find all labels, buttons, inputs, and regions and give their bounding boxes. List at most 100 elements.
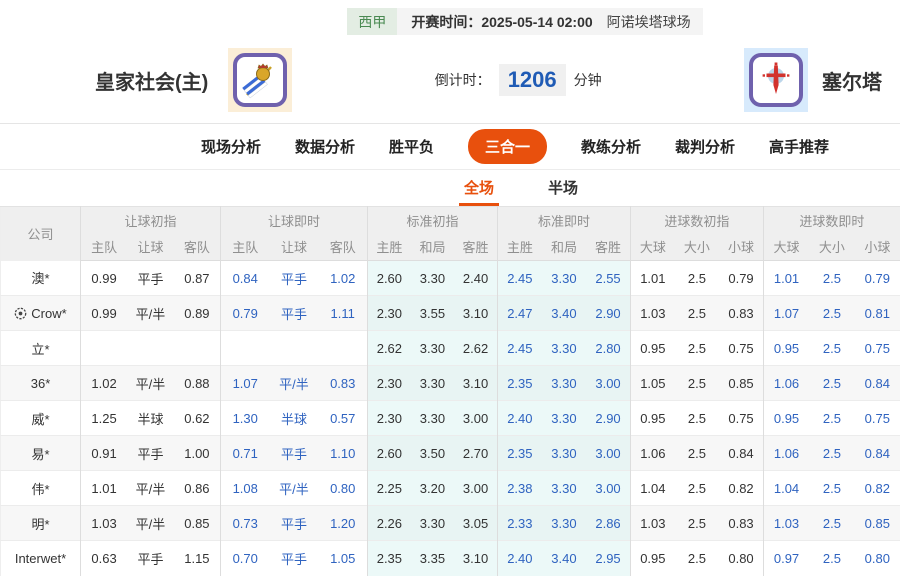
subcol-header-goals-initial-2: 小球 (719, 233, 764, 261)
odds-cell-goals-live: 2.5 (809, 540, 855, 576)
odds-row: 易* 0.91 平手 1.00 0.71 平手 1.10 2.60 3.50 2.70 2.35 3.… (0, 435, 900, 471)
odds-cell-handicap-live: 0.79 (219, 295, 270, 331)
odds-cell-goals-live: 2.5 (809, 435, 855, 471)
odds-cell-europe-live: 2.35 (496, 435, 542, 471)
odds-cell-goals-initial: 0.84 (719, 435, 764, 471)
odds-cell-goals-initial: 1.04 (629, 470, 675, 506)
odds-cell-europe-initial: 3.35 (410, 540, 455, 576)
odds-row: 立* 2.62 3.30 2.62 2.45 3.30 2.80 0.95 2.5 0.75 0.9… (0, 330, 900, 366)
odds-cell-europe-initial: 2.26 (366, 505, 411, 541)
odds-cell-handicap-initial: 0.99 (80, 295, 128, 331)
odds-cell-goals-initial: 0.79 (728, 270, 754, 286)
company-name: 威* (31, 411, 50, 427)
nav-tab-referee-analysis[interactable]: 裁判分析 (675, 136, 735, 157)
nav-tab-three-in-one[interactable]: 三合一 (467, 129, 547, 164)
odds-cell-handicap-initial: 0.62 (173, 400, 221, 436)
odds-cell-goals-initial: 2.5 (674, 295, 720, 331)
match-info-bar: 西甲 开赛时间： 2025-05-14 02:00 阿诺埃塔球场 (347, 8, 703, 35)
odds-cell-handicap-initial (173, 330, 221, 366)
nav-tab-coach-analysis[interactable]: 教练分析 (581, 136, 641, 157)
odds-cell-europe-live: 3.00 (586, 470, 631, 506)
odds-cell-handicap-live: 0.80 (318, 470, 368, 506)
odds-cell-handicap-live: 1.08 (219, 470, 270, 506)
odds-cell-goals-live: 1.06 (762, 365, 810, 401)
nav-tab-expert-recommend[interactable]: 高手推荐 (769, 136, 829, 157)
odds-cell-goals-live: 1.07 (762, 295, 810, 331)
group-header-goals-live: 进球数即时 (762, 206, 900, 234)
odds-cell-europe-live: 2.47 (496, 295, 542, 331)
countdown-block: 倒计时： 1206 分钟 (292, 64, 744, 96)
company-name: 澳* (31, 271, 50, 287)
odds-cell-handicap-live (219, 330, 270, 366)
scope-tab-full-match[interactable]: 全场 (458, 177, 499, 206)
odds-cell-handicap-live: 1.07 (219, 365, 270, 401)
odds-cell-goals-initial: 0.80 (719, 540, 764, 576)
company-header: 公司 (0, 206, 81, 261)
odds-cell-handicap-initial: 1.00 (173, 435, 221, 471)
odds-cell-handicap-initial: 0.63 (80, 540, 128, 576)
odds-cell-goals-live: 0.84 (854, 435, 900, 471)
odds-cell-handicap-initial (80, 330, 128, 366)
odds-cell-handicap-live (318, 330, 368, 366)
scope-tab-half-match[interactable]: 半场 (543, 177, 583, 206)
odds-cell-europe-initial: 3.20 (410, 470, 455, 506)
odds-cell-europe-live: 2.86 (586, 505, 631, 541)
odds-table: 公司 让球初指 让球即时 标准初指 标准即时 进球数初指 进球数即时 主队 让球 客队 主队 让球 客队… (0, 206, 900, 576)
odds-cell-europe-initial: 3.10 (454, 365, 498, 401)
celta-crest-icon (762, 62, 790, 94)
odds-cell-europe-live: 3.30 (541, 505, 587, 541)
odds-comparison-page: 西甲 开赛时间： 2025-05-14 02:00 阿诺埃塔球场 皇家社会(主) (0, 0, 900, 585)
odds-table-body: 澳* 0.99 平手 0.87 0.84 平手 1.02 2.60 3.30 2.40 2.45 3.… (0, 260, 900, 576)
odds-cell-europe-initial: 2.60 (366, 260, 411, 296)
odds-cell-europe-live: 2.38 (496, 470, 542, 506)
odds-cell-handicap-initial (127, 330, 174, 366)
odds-cell-europe-initial: 2.62 (454, 330, 498, 366)
countdown-label: 倒计时： (434, 72, 491, 88)
company-name: 立* (31, 341, 50, 357)
group-header-europe-live: 标准即时 (496, 206, 631, 234)
top-bar-wrap: 西甲 开赛时间： 2025-05-14 02:00 阿诺埃塔球场 (0, 8, 900, 35)
odds-cell-europe-live: 3.40 (541, 295, 587, 331)
subcol-header-goals-initial-0: 大球 (629, 233, 675, 261)
nav-tab-win-draw-lose[interactable]: 胜平负 (389, 136, 434, 157)
odds-cell-europe-initial: 3.10 (454, 295, 498, 331)
odds-cell-goals-initial: 2.5 (674, 435, 720, 471)
away-team-block: 塞尔塔 (744, 48, 882, 112)
odds-cell-europe-live: 2.33 (496, 505, 542, 541)
odds-cell-goals-live: 0.95 (762, 400, 810, 436)
odds-cell-europe-live: 3.30 (541, 260, 587, 296)
odds-cell-europe-initial: 3.00 (454, 470, 498, 506)
odds-cell-handicap-live: 平手 (280, 271, 307, 287)
odds-cell-handicap-initial: 0.89 (173, 295, 221, 331)
odds-cell-handicap-live: 平手 (269, 295, 319, 331)
odds-cell-europe-initial: 3.30 (410, 260, 455, 296)
nav-tab-live-analysis[interactable]: 现场分析 (201, 136, 261, 157)
subcol-header-europe-initial-0: 主胜 (366, 233, 411, 261)
odds-cell-europe-live: 3.30 (541, 470, 587, 506)
odds-cell-handicap-initial: 1.25 (80, 400, 128, 436)
odds-cell-europe-initial: 3.30 (410, 330, 455, 366)
odds-table-head: 公司 让球初指 让球即时 标准初指 标准即时 进球数初指 进球数即时 主队 让球 客队 主队 让球 客队… (0, 206, 900, 261)
odds-cell-goals-live: 0.85 (854, 505, 900, 541)
company-cell: 伟* (0, 470, 81, 506)
subcol-header-goals-live-0: 大球 (762, 233, 810, 261)
odds-cell-europe-initial: 2.30 (366, 295, 411, 331)
nav-tab-data-analysis[interactable]: 数据分析 (295, 136, 355, 157)
odds-cell-europe-live: 2.40 (496, 400, 542, 436)
home-team-name: 皇家社会(主) (95, 71, 209, 94)
group-header-handicap-initial: 让球初指 (80, 206, 221, 234)
odds-cell-goals-initial: 0.83 (719, 295, 764, 331)
countdown-value: 1206 (498, 64, 566, 96)
odds-cell-goals-live: 0.81 (854, 295, 900, 331)
odds-cell-handicap-live: 1.20 (318, 505, 368, 541)
odds-cell-europe-live: 2.40 (496, 540, 542, 576)
subcol-header-europe-live-0: 主胜 (496, 233, 542, 261)
subcol-header-goals-live-1: 大小 (809, 233, 855, 261)
odds-cell-goals-initial: 0.83 (719, 505, 764, 541)
odds-cell-handicap-initial: 半球 (127, 400, 174, 436)
nav-tabs: 现场分析 数据分析 胜平负 三合一 教练分析 裁判分析 高手推荐 (0, 123, 900, 169)
league-badge[interactable]: 西甲 (347, 8, 398, 35)
odds-cell-goals-live: 2.5 (809, 295, 855, 331)
odds-cell-europe-live: 2.95 (586, 540, 631, 576)
odds-cell-goals-initial: 2.5 (674, 365, 720, 401)
